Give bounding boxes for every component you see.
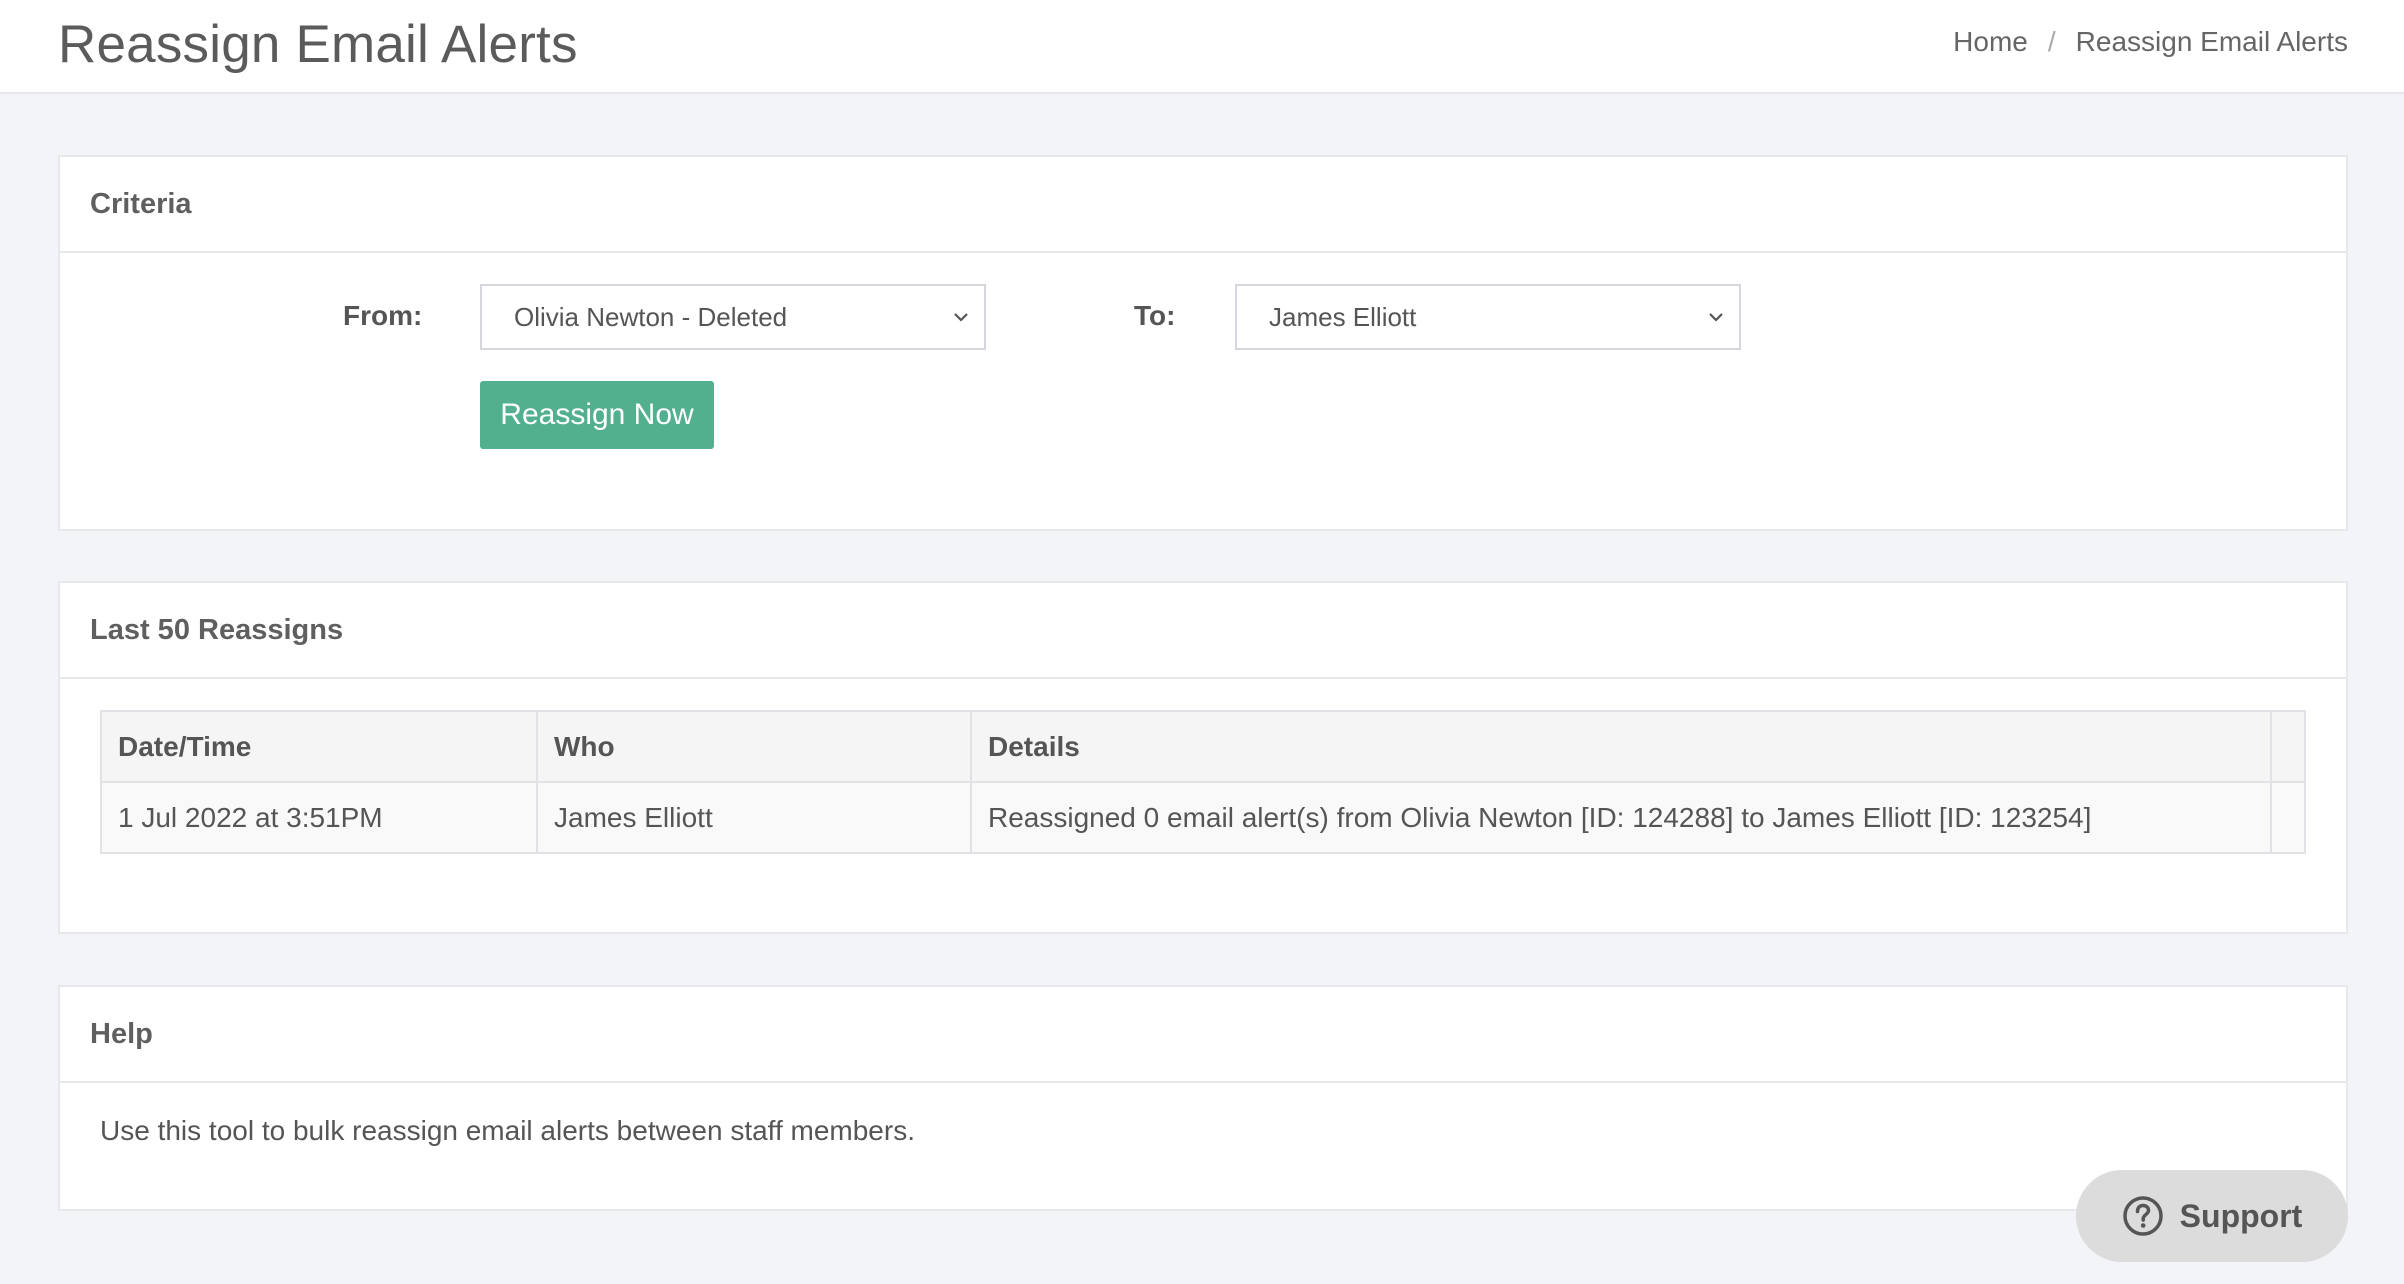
breadcrumb-home-link[interactable]: Home [1953,26,2028,58]
cell-details: Reassigned 0 email alert(s) from Olivia … [970,781,2272,854]
cell-empty [2270,781,2306,854]
table-header-row: Date/Time Who Details [100,710,2306,783]
breadcrumb: Home / Reassign Email Alerts [1953,26,2348,58]
support-label: Support [2179,1197,2303,1234]
criteria-panel: Criteria From: Olivia Newton - Deleted T… [58,155,2348,531]
from-select-value: Olivia Newton - Deleted [514,301,788,332]
to-label: To: [1134,300,1176,331]
reassign-now-button[interactable]: Reassign Now [480,381,714,449]
column-header-who: Who [536,710,972,783]
criteria-panel-header: Criteria [60,157,2346,253]
reassigns-panel-title: Last 50 Reassigns [90,613,344,646]
chevron-down-icon [1709,313,1723,322]
reassigns-panel: Last 50 Reassigns Date/Time Who Details … [58,581,2348,934]
help-panel: Help Use this tool to bulk reassign emai… [58,985,2348,1211]
page-title: Reassign Email Alerts [58,15,578,74]
criteria-panel-title: Criteria [90,187,192,220]
cell-datetime: 1 Jul 2022 at 3:51PM [100,781,538,854]
top-bar: Reassign Email Alerts Home / Reassign Em… [0,0,2404,94]
from-select[interactable]: Olivia Newton - Deleted [480,284,986,350]
support-button[interactable]: Support [2076,1170,2348,1262]
reassigns-table: Date/Time Who Details 1 Jul 2022 at 3:51… [100,710,2306,854]
help-panel-header: Help [60,987,2346,1083]
help-text: Use this tool to bulk reassign email ale… [100,1115,915,1146]
reassigns-panel-header: Last 50 Reassigns [60,583,2346,679]
column-header-details: Details [970,710,2272,783]
chevron-down-icon [954,313,968,322]
column-header-datetime: Date/Time [100,710,538,783]
to-select[interactable]: James Elliott [1235,284,1741,350]
to-select-value: James Elliott [1269,301,1417,332]
breadcrumb-current: Reassign Email Alerts [2075,26,2348,57]
column-header-empty [2270,710,2306,783]
table-row: 1 Jul 2022 at 3:51PM James Elliott Reass… [100,781,2306,854]
breadcrumb-separator: / [2047,26,2056,57]
help-panel-title: Help [90,1017,153,1050]
question-circle-icon [2122,1196,2163,1236]
from-label: From: [343,300,423,331]
cell-who: James Elliott [536,781,972,854]
